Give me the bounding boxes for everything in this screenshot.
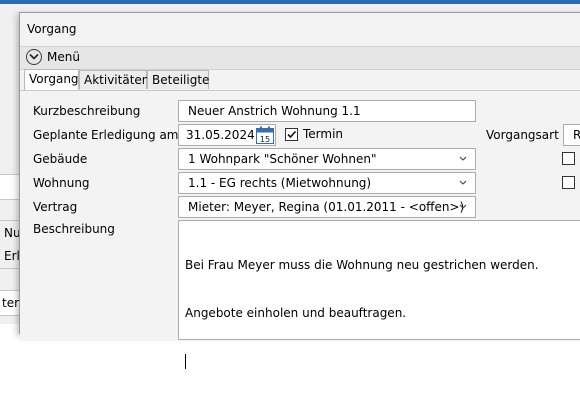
kurzbeschreibung-label: Kurzbeschreibung: [33, 104, 141, 118]
wohnung-label: Wohnung: [33, 176, 90, 190]
beschreibung-textarea[interactable]: Bei Frau Meyer muss die Wohnung neu gest…: [178, 220, 580, 369]
vorgang-dialog: Vorgang Menü Vorgang Aktivitäten Beteili…: [19, 12, 580, 369]
tab-beteiligte[interactable]: Beteiligte: [147, 70, 209, 89]
beschreibung-line-2: Angebote einholen und beauftragen.: [185, 306, 407, 320]
chevron-down-icon: [459, 204, 467, 209]
tab-aktivitaeten[interactable]: Aktivitäten: [79, 70, 149, 89]
tab-vorgang[interactable]: Vorgang: [24, 69, 79, 90]
vertrag-label: Vertrag: [33, 200, 78, 214]
vorgangsart-combo[interactable]: Re: [563, 124, 580, 146]
termin-label[interactable]: Termin: [303, 127, 343, 141]
beschreibung-line-1: Bei Frau Meyer muss die Wohnung neu gest…: [185, 258, 539, 272]
geplante-label: Geplante: [33, 128, 88, 142]
menu-bar: Menü: [20, 46, 580, 70]
vertrag-combo[interactable]: Mieter: Meyer, Regina (01.01.2011 - <off…: [178, 196, 476, 218]
gebaeude-value: 1 Wohnpark "Schöner Wohnen": [188, 152, 377, 166]
calendar-day: 15: [260, 135, 270, 144]
wohnung-combo[interactable]: 1.1 - EG rechts (Mietwohnung): [178, 172, 476, 194]
kurzbeschreibung-input[interactable]: Neuer Anstrich Wohnung 1.1: [178, 100, 476, 122]
wohnung-value: 1.1 - EG rechts (Mietwohnung): [188, 176, 372, 190]
chevron-down-icon: [459, 156, 467, 161]
vorgangsart-label: Vorgangsart: [486, 128, 559, 142]
checkbox-right-1[interactable]: [562, 152, 575, 165]
erledigung-am-label: Erledigung am: [91, 128, 179, 142]
chevron-down-icon[interactable]: [26, 49, 42, 65]
checkbox-right-2[interactable]: [562, 176, 575, 189]
dialog-titlebar[interactable]: Vorgang: [20, 13, 580, 45]
dialog-title: Vorgang: [27, 22, 77, 36]
gebaeude-combo[interactable]: 1 Wohnpark "Schöner Wohnen": [178, 148, 476, 170]
chevron-down-icon: [459, 180, 467, 185]
beschreibung-label: Beschreibung: [33, 222, 115, 236]
termin-checkbox[interactable]: [285, 128, 298, 141]
background-text-ter: ter: [2, 296, 20, 310]
calendar-icon[interactable]: 15: [256, 126, 274, 144]
menu-label[interactable]: Menü: [47, 50, 80, 64]
gebaeude-label: Gebäude: [33, 152, 88, 166]
vorgang-tab-content: Kurzbeschreibung Neuer Anstrich Wohnung …: [20, 90, 580, 369]
vertrag-value: Mieter: Meyer, Regina (01.01.2011 - <off…: [188, 200, 465, 214]
text-caret: [185, 354, 186, 369]
